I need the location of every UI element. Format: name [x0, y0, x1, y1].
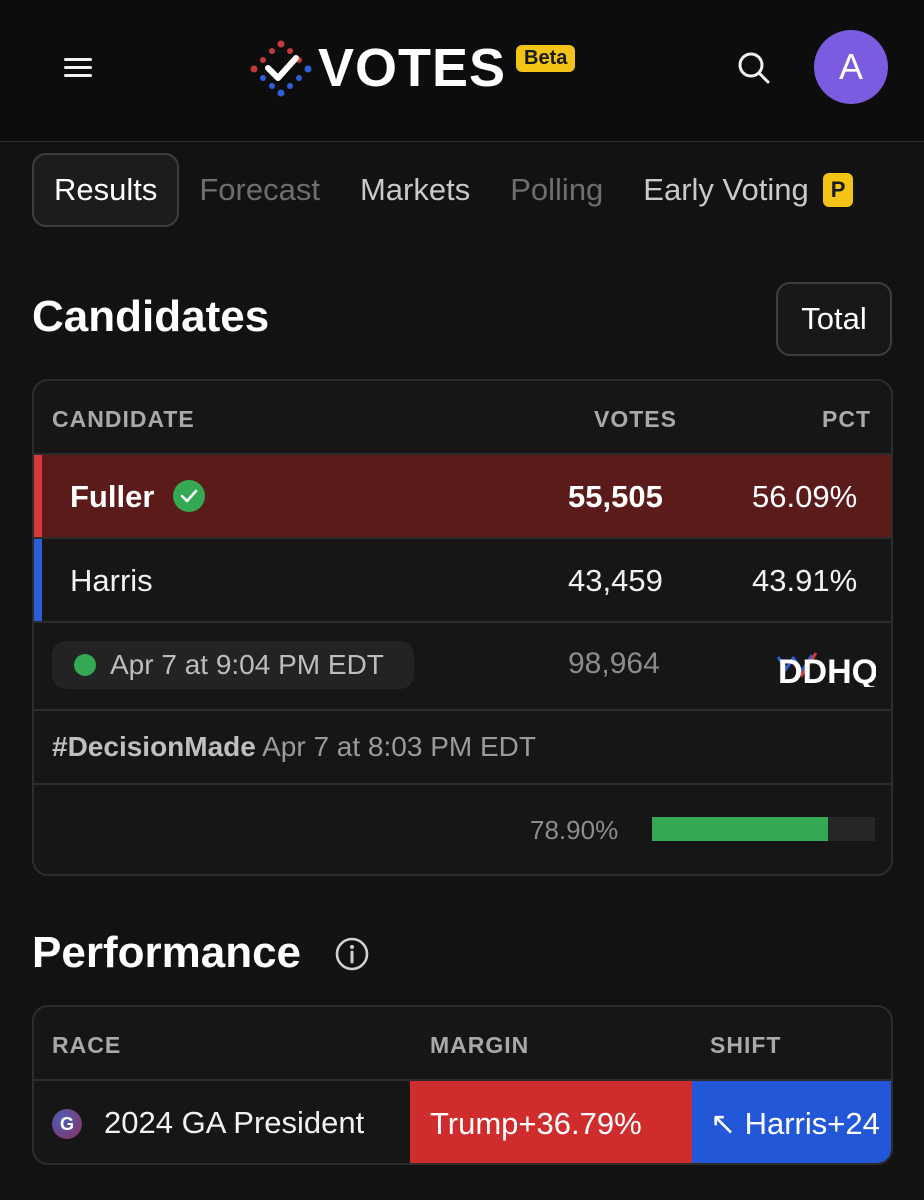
tab-early-voting[interactable]: Early Voting P [623, 153, 873, 227]
app-header: VOTES Beta A [0, 0, 924, 142]
decision-time: Apr 7 at 8:03 PM EDT [262, 731, 536, 762]
candidates-table: CANDIDATE VOTES PCT Fuller 55,505 56.09%… [32, 379, 893, 876]
ddhq-logo-text: DDHQ [778, 653, 876, 687]
tab-bar: Results Forecast Markets Polling Early V… [32, 152, 924, 228]
shift-value: ↖ Harris+24 [692, 1081, 891, 1163]
col-margin: MARGIN [430, 1032, 530, 1058]
col-shift: SHIFT [710, 1032, 782, 1058]
candidate-name: Harris [70, 563, 153, 598]
candidate-votes: 43,459 [568, 563, 663, 598]
col-candidate: CANDIDATE [52, 406, 195, 432]
beta-badge: Beta [516, 44, 576, 72]
votes-logo[interactable]: VOTES Beta [248, 36, 576, 100]
candidate-name: Fuller [70, 479, 155, 514]
candidates-title: Candidates [32, 292, 270, 341]
tab-polling[interactable]: Polling [490, 153, 623, 227]
candidate-votes: 55,505 [568, 479, 663, 514]
last-updated-time: Apr 7 at 9:04 PM EDT [110, 649, 384, 680]
live-status-dot-icon [74, 654, 96, 676]
tab-forecast[interactable]: Forecast [179, 153, 340, 227]
reporting-progress-bar [652, 817, 875, 841]
decision-info: #DecisionMade Apr 7 at 8:03 PM EDT [52, 731, 536, 763]
reporting-progress-fill [652, 817, 828, 841]
tab-results[interactable]: Results [32, 153, 180, 227]
reporting-percent: 78.90% [530, 815, 619, 845]
avatar[interactable]: A [814, 30, 888, 104]
candidate-pct: 43.91% [752, 563, 858, 598]
decision-row: #DecisionMade Apr 7 at 8:03 PM EDT [34, 709, 891, 783]
tab-markets[interactable]: Markets [340, 153, 490, 227]
col-votes: VOTES [594, 406, 677, 432]
performance-table: RACE MARGIN SHIFT G 2024 GA President Tr… [32, 1005, 893, 1165]
decision-tag: #DecisionMade [52, 731, 256, 762]
race-badge-icon: G [52, 1109, 82, 1139]
votes-logo-icon [250, 40, 312, 97]
col-pct: PCT [822, 406, 871, 432]
tab-early-voting-label: Early Voting [643, 172, 809, 207]
candidate-pct: 56.09% [752, 479, 858, 514]
winner-check-icon [173, 479, 206, 512]
reporting-row: 78.90% [34, 783, 891, 874]
party-color-bar [34, 539, 42, 621]
race-name: 2024 GA President [104, 1105, 365, 1140]
status-row: Apr 7 at 9:04 PM EDT 98,964 DDHQ [34, 621, 891, 709]
candidate-row-fuller[interactable]: Fuller 55,505 56.09% [34, 453, 891, 537]
menu-icon[interactable] [58, 48, 98, 88]
last-updated-pill: Apr 7 at 9:04 PM EDT [52, 641, 414, 689]
party-color-bar [34, 455, 42, 537]
total-button[interactable]: Total [776, 282, 892, 356]
tab-badge: P [822, 173, 854, 207]
performance-title: Performance [32, 928, 302, 977]
ddhq-logo: DDHQ [776, 647, 878, 691]
performance-row[interactable]: G 2024 GA President Trump+36.79% ↖ Harri… [34, 1079, 891, 1163]
margin-value: Trump+36.79% [410, 1081, 692, 1163]
total-votes: 98,964 [568, 647, 660, 680]
candidate-name-cell: Fuller [70, 479, 206, 515]
search-icon[interactable] [734, 48, 774, 88]
info-icon[interactable] [334, 936, 370, 972]
col-race: RACE [52, 1032, 122, 1058]
candidate-row-harris[interactable]: Harris 43,459 43.91% [34, 537, 891, 621]
logo-text: VOTES [318, 38, 507, 98]
